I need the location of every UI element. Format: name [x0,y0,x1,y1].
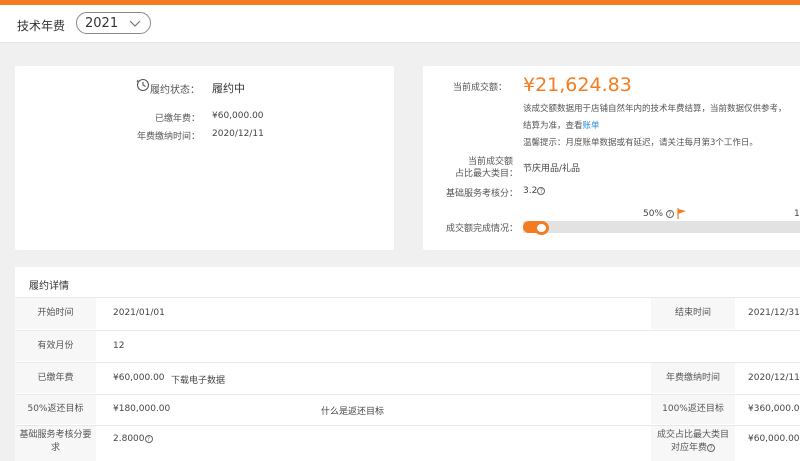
service-score-value: 3.2? [523,186,546,196]
payment-time-row-label: 年费缴纳时间 [651,363,735,393]
requirement-help-icon[interactable]: ? [144,434,153,443]
help-icon[interactable]: ? [537,186,546,195]
deal-note-line2: 结算为准，查看账单 [523,119,600,131]
top-category-fee-label-line2: 对应年费? [651,442,735,455]
bill-link[interactable]: 账单 [583,121,600,131]
target-100-label: 100%返还目标 [651,395,735,424]
service-score-label: 基础服务考核分： [446,189,519,199]
status-label: 履约状态： [150,85,200,96]
valid-months-label: 有效月份 [15,331,96,361]
top-category-fee-value: ¥60,000.00 [748,434,800,444]
top-category-fee-label: 成交占比最大类目 对应年费? [651,426,735,461]
start-time-label: 开始时间 [15,298,96,329]
top-category-fee-label-line2-text: 对应年费 [670,443,707,453]
end-time-value: 2021/12/31 [748,308,800,318]
paid-fee-row-label: 已缴年费 [15,363,96,393]
payment-time-row-value: 2020/12/11 [748,373,800,383]
service-requirement-number: 2.8000 [113,434,145,444]
payment-time-value: 2020/12/11 [212,129,264,139]
end-time-label: 结束时间 [651,298,735,329]
current-deal-label: 当前成交额： [453,83,508,93]
deal-note-line1: 该成交额数据用于店铺自然年内的技术年费结算，当前数据仅供参考， [523,104,787,114]
service-requirement-label: 基础服务考核分要 求 [15,426,96,461]
summary-card [15,66,394,250]
service-score-number: 3.2 [523,186,538,196]
start-time-value: 2021/01/01 [113,308,165,318]
status-value: 履约中 [212,82,245,95]
progress-label: 成交额完成情况： [446,224,519,234]
page-header: 技术年费 2021 [0,5,800,43]
progress-mark-text: 50% [643,209,664,219]
progress-help-icon[interactable]: ? [665,209,674,218]
download-data-link[interactable]: 下载电子数据 [171,373,225,386]
target-50-label: 50%返还目标 [15,395,96,424]
progress-track [523,221,800,233]
top-category-fee-label-line1: 成交占比最大类目 [656,430,729,440]
service-requirement-value: 2.8000? [113,434,153,444]
year-select-value: 2021 [85,16,119,31]
top-category-value: 节庆用品/礼品 [523,164,581,174]
service-requirement-label-line1: 基础服务考核分要 [19,430,92,440]
detail-title: 履约详情 [29,281,69,292]
target-100-value: ¥360,000.00 [748,404,800,414]
flag-icon [677,208,686,219]
year-select[interactable]: 2021 [76,12,151,34]
top-category-label-2: 占比最大类目： [455,169,519,179]
target-50-value: ¥180,000.00 [113,404,171,414]
progress-knob [534,221,549,235]
deal-note-prefix: 结算为准，查看 [523,121,583,131]
current-deal-amount: ¥21,624.83 [523,74,632,96]
chevron-down-icon [129,20,141,27]
paid-fee-row-value: ¥60,000.00 [113,373,165,383]
clock-icon [136,78,150,92]
page-title: 技术年费 [17,19,66,33]
what-is-target-link[interactable]: 什么是返还目标 [321,404,384,417]
fee-help-icon[interactable]: ? [707,443,715,452]
service-requirement-label-line2: 求 [50,443,60,453]
paid-fee-label: 已缴年费： [155,114,201,124]
progress-mark-label: 50% ? [643,209,674,219]
payment-time-label: 年费缴纳时间： [137,132,201,142]
paid-fee-value: ¥60,000.00 [212,111,264,121]
progress-end-label: 1 [794,209,800,219]
valid-months-value: 12 [113,341,125,351]
table-row [15,330,800,361]
deal-tip: 温馨提示：月度账单数据或有延迟，请关注每月第3个工作日。 [523,138,758,148]
